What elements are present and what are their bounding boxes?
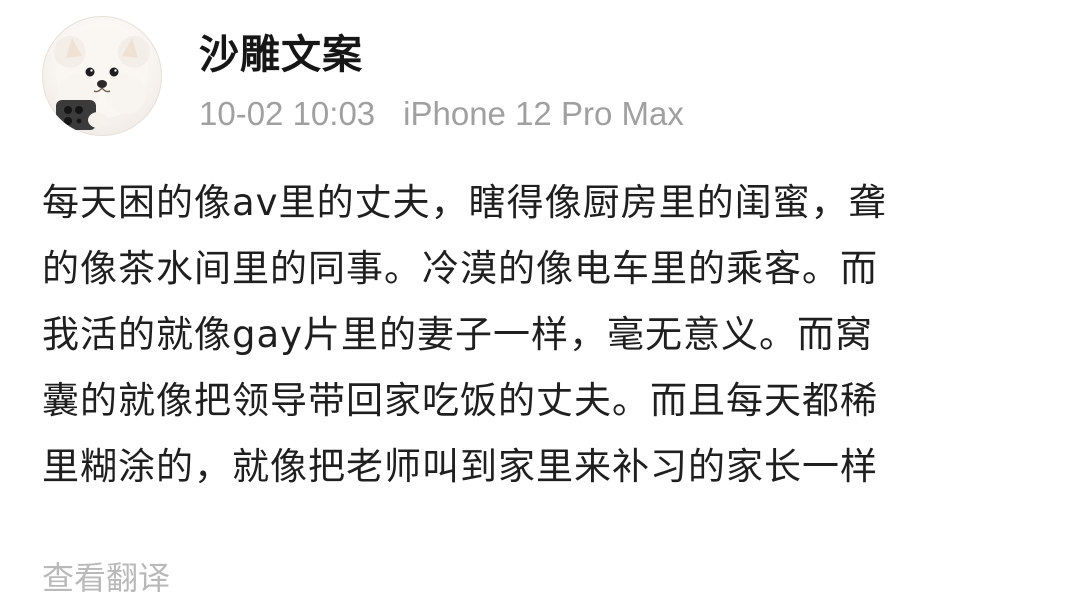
- post-meta: 10-02 10:03 iPhone 12 Pro Max: [199, 95, 684, 133]
- post-device: iPhone 12 Pro Max: [403, 95, 684, 132]
- post-text-line-4: 囊的就像把领导带回家吃饭的丈夫。而且每天都稀: [42, 379, 878, 422]
- post-text-line-5: 里糊涂的，就像把老师叫到家里来补习的家长一样: [42, 445, 878, 488]
- author-avatar[interactable]: [42, 16, 162, 136]
- post-text-line-3: 我活的就像gay片里的妻子一样，毫无意义。而窝: [42, 313, 874, 356]
- author-name[interactable]: 沙雕文案: [199, 22, 363, 80]
- view-translation-link[interactable]: 查看翻译: [42, 553, 170, 599]
- post-timestamp: 10-02 10:03: [199, 95, 376, 132]
- post-text-line-2: 的像茶水间里的同事。冷漠的像电车里的乘客。而: [42, 247, 878, 290]
- post-header: 沙雕文案 10-02 10:03 iPhone 12 Pro Max: [42, 16, 1022, 140]
- pomeranian-dog-avatar-icon: [54, 26, 150, 130]
- post-text-line-1: 每天困的像av里的丈夫，瞎得像厨房里的闺蜜，聋: [42, 181, 887, 224]
- post-body: 每天困的像av里的丈夫，瞎得像厨房里的闺蜜，聋 的像茶水间里的同事。冷漠的像电车…: [42, 170, 1040, 500]
